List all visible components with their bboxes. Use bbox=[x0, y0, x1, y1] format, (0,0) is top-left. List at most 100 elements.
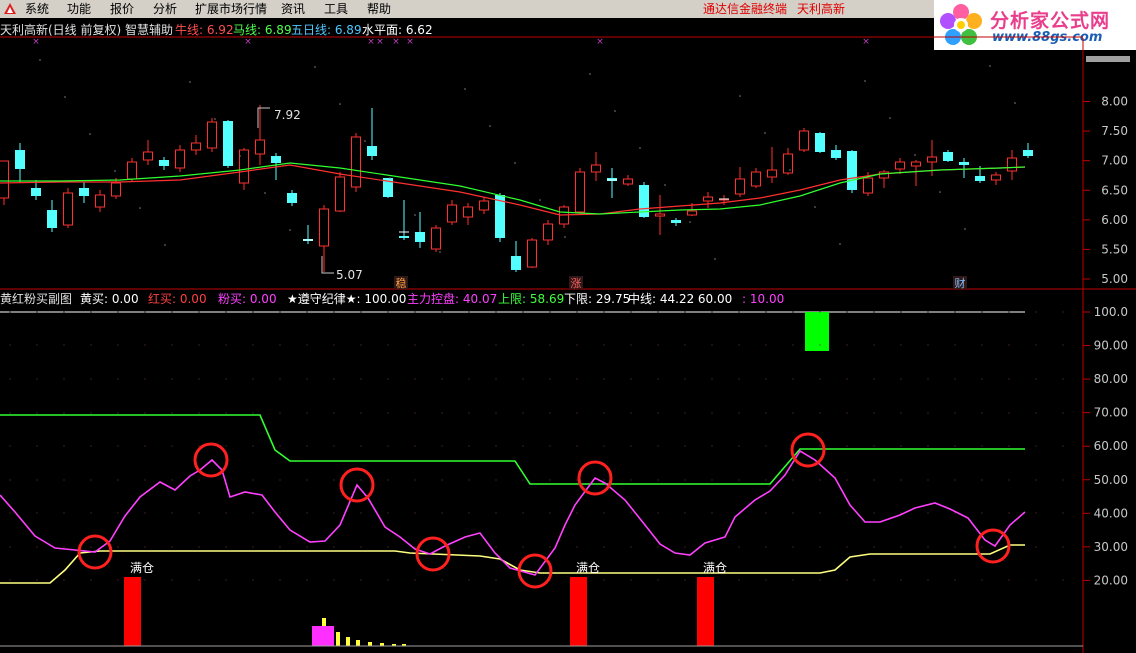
grid-dot bbox=[630, 311, 632, 313]
grid-dot bbox=[144, 579, 146, 581]
noise-dot bbox=[139, 207, 141, 209]
grid-dot bbox=[711, 512, 713, 514]
full-position-bar bbox=[570, 577, 587, 646]
grid-dot bbox=[900, 512, 902, 514]
grid-dot bbox=[927, 311, 929, 313]
grid-dot bbox=[576, 445, 578, 447]
candle-body-up bbox=[335, 176, 345, 212]
grid-dot bbox=[252, 412, 254, 414]
sub-tick-label: 60.00 bbox=[1094, 439, 1128, 453]
grid-dot bbox=[1062, 412, 1064, 414]
grid-dot bbox=[333, 512, 335, 514]
grid-dot bbox=[198, 445, 200, 447]
grid-dot bbox=[603, 311, 605, 313]
grid-dot bbox=[954, 445, 956, 447]
grid-dot bbox=[522, 546, 524, 548]
grid-dot bbox=[981, 546, 983, 548]
grid-dot bbox=[738, 378, 740, 380]
grid-dot bbox=[387, 512, 389, 514]
noise-dot bbox=[464, 88, 466, 90]
candle-body-up bbox=[143, 151, 153, 161]
grid-dot bbox=[873, 579, 875, 581]
grid-dot bbox=[549, 546, 551, 548]
grid-dot bbox=[63, 445, 65, 447]
grid-dot bbox=[63, 579, 65, 581]
grid-dot bbox=[495, 579, 497, 581]
grid-dot bbox=[9, 512, 11, 514]
candle-body-down bbox=[511, 256, 521, 270]
grid-dot bbox=[90, 412, 92, 414]
full-position-label: 满仓 bbox=[703, 561, 727, 575]
grid-dot bbox=[117, 512, 119, 514]
candle-body-up bbox=[751, 171, 761, 187]
grid-dot bbox=[603, 512, 605, 514]
grid-dot bbox=[63, 378, 65, 380]
grid-dot bbox=[981, 479, 983, 481]
grid-dot bbox=[360, 412, 362, 414]
grid-dot bbox=[846, 311, 848, 313]
full-position-label: 满仓 bbox=[576, 561, 600, 575]
candle-body-down bbox=[287, 193, 297, 203]
grid-dot bbox=[603, 479, 605, 481]
grid-dot bbox=[1035, 445, 1037, 447]
grid-dot bbox=[792, 512, 794, 514]
grid-dot bbox=[90, 311, 92, 313]
candle-body-up bbox=[687, 210, 697, 216]
grid-dot bbox=[819, 512, 821, 514]
grid-dot bbox=[684, 311, 686, 313]
grid-dot bbox=[603, 344, 605, 346]
chart-canvas[interactable]: 8.00 7.50 7.00 6.50 6.00 5.50 5.00 100.0 90.00 80… bbox=[0, 0, 1136, 653]
candle-body-up bbox=[63, 192, 73, 226]
grid-dot bbox=[387, 579, 389, 581]
grid-dot bbox=[468, 378, 470, 380]
grid-dot bbox=[63, 311, 65, 313]
grid-dot bbox=[1062, 445, 1064, 447]
grid-dot bbox=[549, 311, 551, 313]
marker-0: 稳 bbox=[396, 276, 407, 290]
grid-dot bbox=[657, 512, 659, 514]
candle-body-up bbox=[319, 208, 329, 247]
grid-dot bbox=[684, 546, 686, 548]
grid-dot bbox=[792, 579, 794, 581]
candle-body-up bbox=[799, 130, 809, 151]
grid-dot bbox=[198, 512, 200, 514]
grid-dot bbox=[387, 412, 389, 414]
grid-dot bbox=[819, 546, 821, 548]
grid-dot bbox=[333, 546, 335, 548]
noise-dot bbox=[339, 103, 341, 105]
grid-dot bbox=[1035, 378, 1037, 380]
grid-dot bbox=[711, 546, 713, 548]
grid-dot bbox=[819, 479, 821, 481]
grid-dot bbox=[306, 546, 308, 548]
noise-dot bbox=[1014, 102, 1016, 104]
grid-dot bbox=[387, 479, 389, 481]
grid-dot bbox=[198, 412, 200, 414]
grid-dot bbox=[144, 412, 146, 414]
grid-dot bbox=[414, 546, 416, 548]
grid-dot bbox=[414, 311, 416, 313]
grid-dot bbox=[576, 412, 578, 414]
grid-dot bbox=[603, 412, 605, 414]
grid-dot bbox=[414, 412, 416, 414]
grid-dot bbox=[279, 412, 281, 414]
candle-body-down bbox=[943, 152, 953, 161]
grid-dot bbox=[252, 378, 254, 380]
grid-dot bbox=[252, 479, 254, 481]
grid-dot bbox=[252, 445, 254, 447]
noise-dot bbox=[64, 96, 66, 98]
grid-dot bbox=[198, 311, 200, 313]
candle-body-down bbox=[31, 188, 41, 196]
grid-dot bbox=[873, 445, 875, 447]
grid-dot bbox=[279, 479, 281, 481]
grid-dot bbox=[171, 479, 173, 481]
grid-dot bbox=[441, 311, 443, 313]
grid-dot bbox=[765, 311, 767, 313]
grid-dot bbox=[630, 579, 632, 581]
grid-dot bbox=[279, 311, 281, 313]
grid-dot bbox=[981, 378, 983, 380]
grid-dot bbox=[711, 378, 713, 380]
grid-dot bbox=[90, 512, 92, 514]
grid-dot bbox=[819, 412, 821, 414]
grid-dot bbox=[792, 378, 794, 380]
grid-dot bbox=[954, 412, 956, 414]
